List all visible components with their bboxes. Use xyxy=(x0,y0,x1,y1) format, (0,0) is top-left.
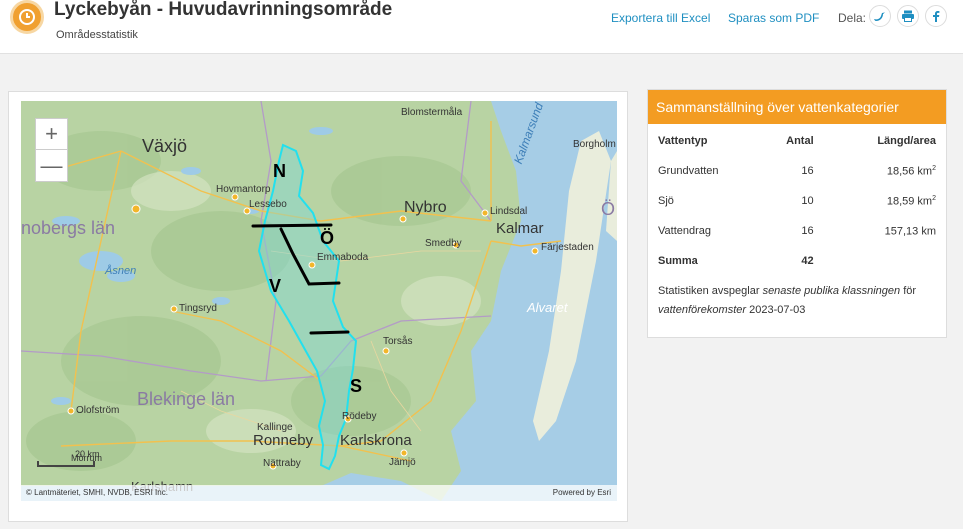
row-type: Vattendrag xyxy=(658,225,712,237)
map-attribution: © Lantmäteriet, SMHI, NVDB, ESRI Inc. xyxy=(26,488,168,497)
zone-label-s: S xyxy=(350,376,363,396)
table-row: Grundvatten 16 18,56 km2 xyxy=(648,156,946,186)
row-count: 16 xyxy=(801,225,814,237)
map-label-olofstrom: Olofström xyxy=(76,405,120,416)
map-label-nybro: Nybro xyxy=(404,199,447,216)
row-count: 10 xyxy=(801,195,814,207)
zone-label-v: V xyxy=(269,276,282,296)
map-labels: Växjö Hovmantorp Lessebo Blomstermåla Ny… xyxy=(21,101,617,501)
stats-header-row: Vattentyp Antal Längd/area xyxy=(648,126,946,156)
row-count: 16 xyxy=(801,165,814,177)
print-button[interactable] xyxy=(897,5,919,27)
map-label-blekinge-lan: Blekinge län xyxy=(137,389,236,409)
col-header-count: Antal xyxy=(786,135,814,147)
map-view[interactable]: Växjö Hovmantorp Lessebo Blomstermåla Ny… xyxy=(21,101,617,501)
map-label-torsas: Torsås xyxy=(383,336,413,347)
table-row: Sjö 10 18,59 km2 xyxy=(648,186,946,216)
map-label-nattraby: Nättraby xyxy=(263,458,301,469)
twitter-icon xyxy=(874,12,885,21)
map-label-asnen: Åsnen xyxy=(105,265,137,277)
map-label-hovmantorp: Hovmantorp xyxy=(216,184,271,195)
clock-icon xyxy=(19,9,35,25)
map-label-smedby: Smedby xyxy=(425,238,462,249)
sum-count: 42 xyxy=(801,255,814,267)
sum-row: Summa 42 xyxy=(648,246,946,276)
page-header: Lyckebyån - Huvudavrinningsområde Område… xyxy=(0,0,963,54)
map-card: Växjö Hovmantorp Lessebo Blomstermåla Ny… xyxy=(8,91,628,522)
map-label-lessebo: Lessebo xyxy=(249,199,287,210)
map-label-o-edge: Ö xyxy=(601,199,616,219)
map-label-alvaret: Alvaret xyxy=(527,300,568,315)
map-label-rodeby: Rödeby xyxy=(342,411,377,422)
map-attribution-bar: © Lantmäteriet, SMHI, NVDB, ESRI Inc. Po… xyxy=(21,485,617,501)
share-label: Dela: xyxy=(838,11,867,25)
map-label-jamjo: Jämjö xyxy=(389,457,416,468)
page-title: Lyckebyån - Huvudavrinningsområde xyxy=(54,0,393,20)
row-type: Grundvatten xyxy=(658,165,719,177)
facebook-icon xyxy=(933,11,940,22)
scale-label: 20 km xyxy=(75,449,100,459)
map-label-farjestaden: Färjestaden xyxy=(541,242,594,253)
facebook-share-button[interactable] xyxy=(925,5,947,27)
zone-label-n: N xyxy=(273,161,286,181)
map-label-kalmar: Kalmar xyxy=(496,220,544,237)
stats-heading: Sammanställning över vattenkategorier xyxy=(648,90,946,124)
table-row: Vattendrag 16 157,13 km xyxy=(648,216,946,246)
row-value: 18,56 km2 xyxy=(886,164,936,178)
page-subtitle: Områdesstatistik xyxy=(56,29,138,41)
map-label-vaxjo: Växjö xyxy=(142,136,188,156)
stats-note: Statistiken avspeglar senaste publika kl… xyxy=(658,285,917,316)
zone-label-o: Ö xyxy=(320,228,335,248)
map-label-kalmarsund: Kalmarsund xyxy=(511,101,547,166)
scale-bar xyxy=(37,461,95,467)
twitter-share-button[interactable] xyxy=(869,5,891,27)
stats-table: Vattentyp Antal Längd/area Grundvatten 1… xyxy=(648,126,946,276)
map-label-ronneby: Ronneby xyxy=(253,432,314,449)
row-value: 18,59 km2 xyxy=(886,194,936,208)
export-excel-link[interactable]: Exportera till Excel xyxy=(611,11,710,25)
powered-by-esri[interactable]: Powered by Esri xyxy=(553,488,611,497)
app-logo xyxy=(10,0,44,34)
save-pdf-link[interactable]: Sparas som PDF xyxy=(728,11,819,25)
map-label-emmaboda: Emmaboda xyxy=(317,252,369,263)
row-type: Sjö xyxy=(658,195,674,207)
zoom-out-button[interactable]: — xyxy=(36,150,67,181)
zoom-in-button[interactable]: + xyxy=(36,119,67,150)
row-value: 157,13 km xyxy=(884,225,936,238)
map-label-karlskrona: Karlskrona xyxy=(340,432,412,449)
col-header-value: Längd/area xyxy=(877,135,936,147)
sum-label: Summa xyxy=(658,255,698,267)
print-icon xyxy=(902,10,914,22)
stats-panel: Sammanställning över vattenkategorier Va… xyxy=(647,89,947,338)
map-label-borgholm: Borgholm xyxy=(573,139,616,150)
col-header-type: Vattentyp xyxy=(658,135,708,147)
map-label-kronobergs-lan: nobergs län xyxy=(21,218,116,238)
map-label-blomstermala: Blomstermåla xyxy=(401,107,463,118)
map-label-lindsdal: Lindsdal xyxy=(490,206,528,217)
map-label-tingsryd: Tingsryd xyxy=(179,303,217,314)
zoom-control: + — xyxy=(35,118,68,182)
